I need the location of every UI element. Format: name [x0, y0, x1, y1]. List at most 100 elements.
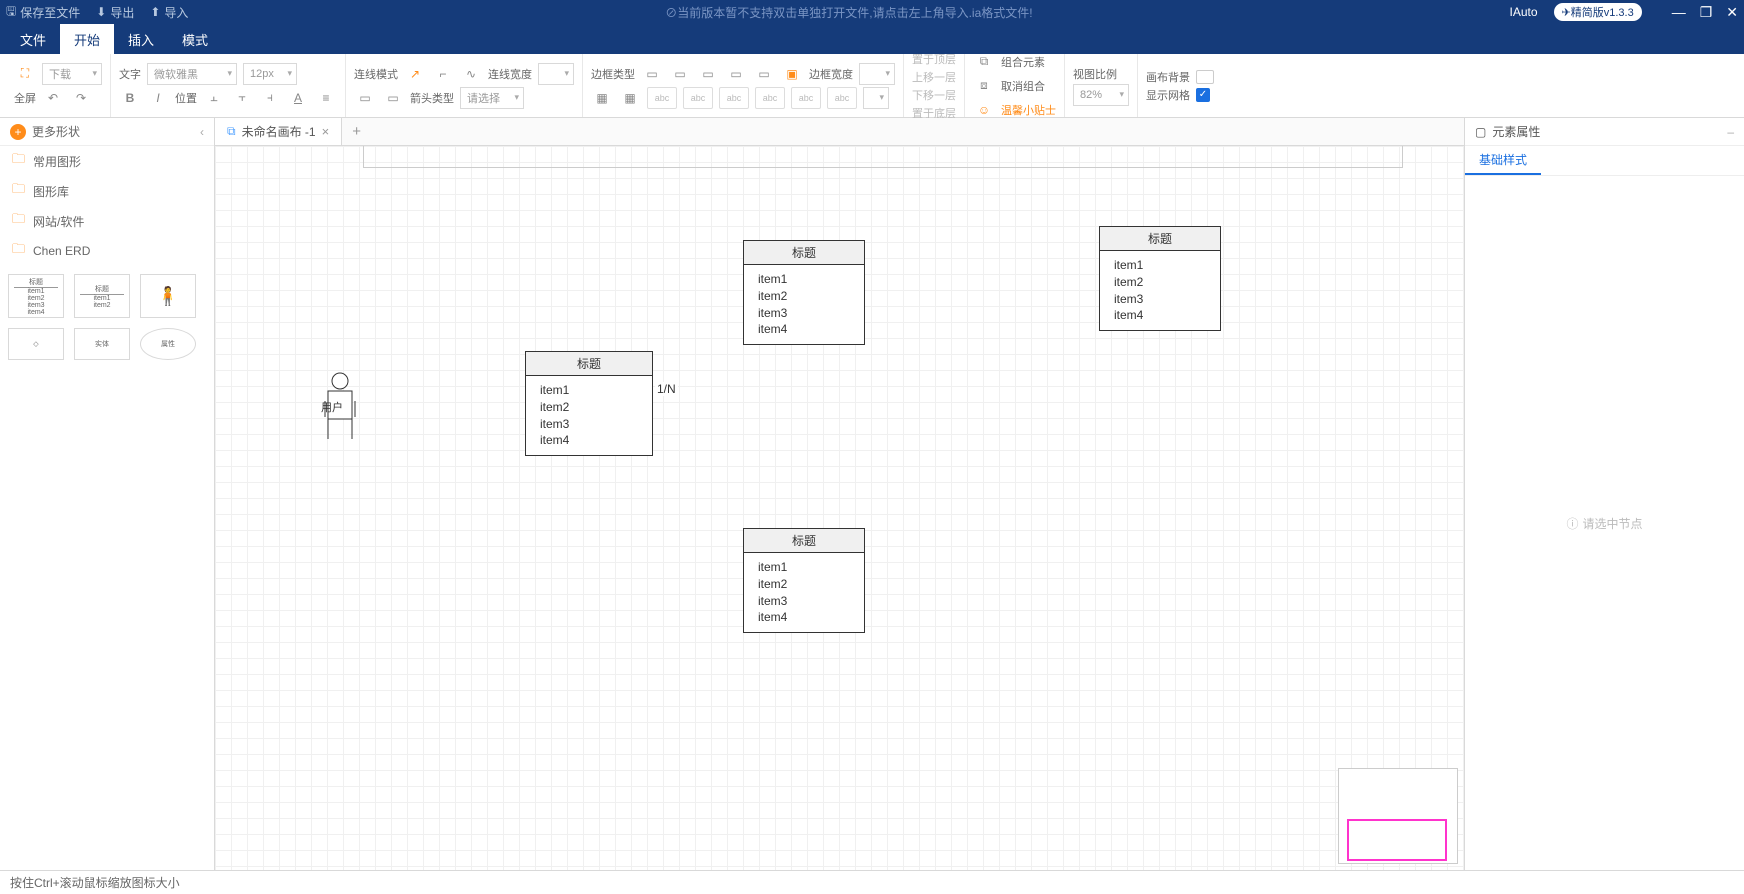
tab-add-button[interactable]: + — [342, 123, 371, 140]
fullscreen-label: 全屏 — [14, 90, 36, 106]
actor-node[interactable]: 用户 — [315, 371, 365, 448]
menu-insert[interactable]: 插入 — [114, 24, 168, 54]
group-icon[interactable]: ⧉ — [973, 51, 995, 73]
border-type-label: 边框类型 — [591, 66, 635, 82]
show-grid-checkbox[interactable]: ✓ — [1196, 88, 1210, 102]
align-middle-icon[interactable]: ⫟ — [231, 87, 253, 109]
import-button[interactable]: ⬆导入 — [150, 4, 188, 21]
cat-common[interactable]: 🗀常用图形 — [0, 146, 214, 176]
entity-box-4[interactable]: 标题 item1item2item3item4 — [743, 528, 865, 633]
plus-icon: + — [10, 124, 26, 140]
more-shapes-button[interactable]: + 更多形状 ‹ — [0, 118, 214, 146]
cat-library[interactable]: 🗀图形库 — [0, 176, 214, 206]
arrow-type-label: 箭头类型 — [410, 90, 454, 106]
text-style-select[interactable] — [863, 87, 889, 109]
align-bottom-icon[interactable]: ⫞ — [259, 87, 281, 109]
align-left-icon[interactable]: ≡ — [315, 87, 337, 109]
border-dot-icon[interactable]: ▭ — [697, 63, 719, 85]
canvas[interactable]: 用户 标题 item1item2item3item4 1/N 标题 item1i… — [215, 146, 1464, 870]
maximize-icon[interactable]: ❐ — [1700, 4, 1713, 21]
collapse-icon[interactable]: ‹ — [200, 125, 204, 139]
shape-actor[interactable]: 🧍 — [140, 274, 196, 318]
textbox4-icon[interactable]: abc — [755, 87, 785, 109]
minimap[interactable] — [1338, 768, 1458, 864]
undo-icon[interactable]: ↶ — [42, 87, 64, 109]
more-shapes-label: 更多形状 — [32, 123, 80, 140]
export-icon: ⬇ — [96, 5, 106, 19]
border-solid-icon[interactable]: ▭ — [641, 63, 663, 85]
redo-icon[interactable]: ↷ — [70, 87, 92, 109]
font-family-select[interactable]: 微软雅黑 — [147, 63, 237, 85]
layer-top[interactable]: 置于顶层 — [912, 51, 956, 67]
ungroup-icon[interactable]: ⧈ — [973, 75, 995, 97]
menubar: 文件 开始 插入 模式 — [0, 24, 1744, 54]
shape-entity-tall[interactable]: 标题 item1item2item3item4 — [8, 274, 64, 318]
box1-title: 标题 — [526, 352, 652, 376]
shape-ellipse[interactable]: 属性 — [140, 328, 196, 360]
border-highlight-icon[interactable]: ▣ — [781, 63, 803, 85]
shape-entity-short[interactable]: 标题 item1item2 — [74, 274, 130, 318]
save-icon: 🖫 — [6, 2, 16, 23]
panel-title: 元素属性 — [1492, 123, 1540, 140]
entity-box-2[interactable]: 标题 item1item2item3item4 — [743, 240, 865, 345]
save-to-file[interactable]: 🖫保存至文件 — [6, 2, 80, 23]
bg-color-swatch[interactable] — [1196, 70, 1214, 84]
textbox5-icon[interactable]: abc — [791, 87, 821, 109]
statusbar: 按住Ctrl+滚动鼠标缩放图标大小 — [0, 870, 1744, 894]
minimap-viewport[interactable] — [1347, 819, 1447, 861]
layer-down[interactable]: 下移一层 — [912, 87, 956, 103]
panel-icon: ▢ — [1475, 125, 1486, 139]
shapes-sidebar: + 更多形状 ‹ 🗀常用图形 🗀图形库 🗀网站/软件 🗀Chen ERD 标题 … — [0, 118, 215, 870]
tab-close-icon[interactable]: × — [322, 124, 330, 139]
menu-file[interactable]: 文件 — [6, 24, 60, 54]
border-double-icon[interactable]: ▭ — [753, 63, 775, 85]
shape-rect[interactable]: 实体 — [74, 328, 130, 360]
menu-start[interactable]: 开始 — [60, 24, 114, 54]
border-width-select[interactable] — [859, 63, 895, 85]
line-width-select[interactable] — [538, 63, 574, 85]
fill-icon[interactable]: ▦ — [591, 87, 613, 109]
zoom-select[interactable]: 82% — [1073, 84, 1129, 106]
box3-title: 标题 — [1100, 227, 1220, 251]
download-select[interactable]: 下载 — [42, 63, 102, 85]
cat-website[interactable]: 🗀网站/软件 — [0, 206, 214, 236]
border-none-icon[interactable]: ▭ — [725, 63, 747, 85]
tips-label[interactable]: 温馨小贴士 — [1001, 102, 1056, 118]
export-button[interactable]: ⬇导出 — [96, 4, 134, 21]
align-top-icon[interactable]: ⫠ — [203, 87, 225, 109]
line-style1-icon[interactable]: ▭ — [354, 87, 376, 109]
close-icon[interactable]: ✕ — [1726, 4, 1738, 21]
shape-diamond[interactable]: ◇ — [8, 328, 64, 360]
ungroup-label[interactable]: 取消组合 — [1001, 78, 1045, 94]
minimize-icon[interactable]: — — [1672, 4, 1686, 21]
textbox1-icon[interactable]: abc — [647, 87, 677, 109]
panel-empty-state: ⓘ 请选中节点 — [1465, 176, 1744, 870]
border-color-icon[interactable]: ▦ — [619, 87, 641, 109]
font-size-select[interactable]: 12px — [243, 63, 297, 85]
textbox3-icon[interactable]: abc — [719, 87, 749, 109]
bold-icon[interactable]: B — [119, 87, 141, 109]
tab-untitled[interactable]: ⧉ 未命名画布 -1 × — [215, 118, 342, 145]
panel-close-icon[interactable]: – — [1727, 125, 1734, 139]
save-label: 保存至文件 — [20, 4, 80, 21]
ribbon: ⛶ 下载 全屏 ↶ ↷ 文字 微软雅黑 12px B I 位置 ⫠ ⫟ ⫞ A … — [0, 54, 1744, 118]
line-style2-icon[interactable]: ▭ — [382, 87, 404, 109]
font-color-icon[interactable]: A — [287, 87, 309, 109]
panel-tab-basic[interactable]: 基础样式 — [1465, 146, 1541, 175]
layer-up[interactable]: 上移一层 — [912, 69, 956, 85]
italic-icon[interactable]: I — [147, 87, 169, 109]
menu-mode[interactable]: 模式 — [168, 24, 222, 54]
border-dash-icon[interactable]: ▭ — [669, 63, 691, 85]
line-curve-icon[interactable]: ∿ — [460, 63, 482, 85]
info-icon: ⓘ — [1566, 515, 1578, 532]
group-label[interactable]: 组合元素 — [1001, 54, 1045, 70]
entity-box-1[interactable]: 标题 item1item2item3item4 — [525, 351, 653, 456]
line-straight-icon[interactable]: ↗ — [404, 63, 426, 85]
textbox6-icon[interactable]: abc — [827, 87, 857, 109]
entity-box-3[interactable]: 标题 item1item2item3item4 — [1099, 226, 1221, 331]
line-ortho-icon[interactable]: ⌐ — [432, 63, 454, 85]
arrow-select[interactable]: 请选择 — [460, 87, 524, 109]
textbox2-icon[interactable]: abc — [683, 87, 713, 109]
fullscreen-icon[interactable]: ⛶ — [14, 63, 36, 85]
cat-chen-erd[interactable]: 🗀Chen ERD — [0, 236, 214, 266]
